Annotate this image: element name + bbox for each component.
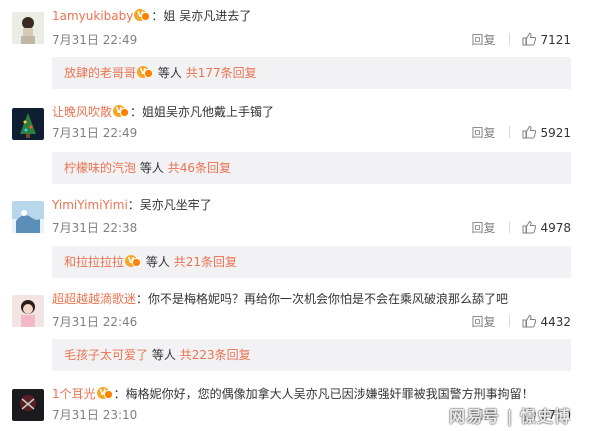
colon: ： bbox=[151, 9, 164, 23]
like-count: 5921 bbox=[540, 126, 571, 140]
comment-text: 吴亦凡坐牢了 bbox=[139, 198, 212, 212]
colon: ： bbox=[136, 292, 149, 306]
avatar[interactable] bbox=[12, 201, 44, 233]
comment-time: 7月31日 23:10 bbox=[52, 408, 138, 422]
like-button[interactable]: 4432 bbox=[522, 313, 571, 331]
comment-header: 超超越越滴歌迷：你不是梅格妮吗？再给你一次机会你怕是不会在乘风破浪那么舔了吧 bbox=[52, 289, 508, 309]
reply-button[interactable]: 回复 bbox=[471, 219, 495, 237]
avatar[interactable] bbox=[12, 12, 44, 44]
comment-actions: 回复 4978 bbox=[471, 219, 571, 237]
like-button[interactable]: 4978 bbox=[522, 219, 571, 237]
divider bbox=[509, 315, 511, 327]
comment-header: 让晚风吹散 V ：姐姐吴亦凡他戴上手镯了 bbox=[52, 102, 274, 122]
comment-time: 7月31日 22:49 bbox=[52, 33, 138, 47]
like-count: 4432 bbox=[540, 315, 571, 329]
thumbs-up-icon bbox=[522, 220, 537, 234]
reply-suffix: 等人 bbox=[151, 348, 176, 362]
comment-header: 1amyukibaby V ：姐 吴亦凡进去了 bbox=[52, 6, 251, 26]
comment-time: 7月31日 22:46 bbox=[52, 315, 138, 329]
like-button[interactable]: 7121 bbox=[522, 31, 571, 49]
colon: ： bbox=[113, 387, 126, 401]
reply-count-link[interactable]: 共177条回复 bbox=[186, 66, 257, 80]
avatar[interactable] bbox=[12, 295, 44, 327]
username[interactable]: 1个耳光 bbox=[52, 387, 96, 401]
vip-badge-icon: V bbox=[96, 387, 113, 399]
thumbs-up-icon bbox=[522, 32, 537, 46]
like-count: 7121 bbox=[540, 33, 571, 47]
comment-text: 姐姐吴亦凡他戴上手镯了 bbox=[142, 105, 275, 119]
reply-username[interactable]: 和拉拉拉拉 bbox=[64, 255, 124, 269]
reply-count-link[interactable]: 共46条回复 bbox=[168, 161, 231, 175]
reply-summary[interactable]: 和拉拉拉拉 V 等人 共21条回复 bbox=[52, 246, 571, 278]
thumbs-up-icon bbox=[522, 125, 537, 139]
like-count: 4978 bbox=[540, 221, 571, 235]
comment-time: 7月31日 22:38 bbox=[52, 221, 138, 235]
reply-count-link[interactable]: 共223条回复 bbox=[180, 348, 251, 362]
reply-summary[interactable]: 毛孩子太可爱了 等人 共223条回复 bbox=[52, 339, 571, 371]
comment-actions: 回复 7121 bbox=[471, 31, 571, 49]
reply-button[interactable]: 回复 bbox=[471, 31, 495, 49]
reply-suffix: 等人 bbox=[145, 255, 170, 269]
comment-actions: 回复 5921 bbox=[471, 124, 571, 142]
colon: ： bbox=[130, 105, 143, 119]
username[interactable]: YimiYimiYimi bbox=[52, 198, 128, 212]
comment-header: YimiYimiYimi：吴亦凡坐牢了 bbox=[52, 195, 212, 215]
comment-text: 姐 吴亦凡进去了 bbox=[163, 9, 252, 23]
reply-username[interactable]: 放肆的老哥哥 bbox=[64, 66, 136, 80]
watermark: 网易号 | 憬史博 bbox=[449, 407, 571, 426]
reply-summary[interactable]: 柠檬味的汽泡 等人 共46条回复 bbox=[52, 152, 571, 184]
comment-actions: 回复 4432 bbox=[471, 313, 571, 331]
divider bbox=[509, 33, 511, 45]
reply-username[interactable]: 毛孩子太可爱了 bbox=[64, 348, 148, 362]
reply-button[interactable]: 回复 bbox=[471, 313, 495, 331]
comment-time: 7月31日 22:49 bbox=[52, 126, 138, 140]
vip-badge-icon: V bbox=[137, 66, 154, 78]
vip-badge-icon: V bbox=[113, 105, 130, 117]
vip-badge-icon: V bbox=[134, 9, 151, 21]
reply-summary[interactable]: 放肆的老哥哥 V 等人 共177条回复 bbox=[52, 57, 571, 89]
username[interactable]: 让晚风吹散 bbox=[52, 105, 112, 119]
comment-text: 梅格妮你好，您的偶像加拿大人吴亦凡已因涉嫌强奸罪被我国警方刑事拘留！ bbox=[125, 387, 534, 401]
reply-suffix: 等人 bbox=[139, 161, 164, 175]
reply-suffix: 等人 bbox=[157, 66, 182, 80]
username[interactable]: 1amyukibaby bbox=[52, 9, 133, 23]
like-button[interactable]: 5921 bbox=[522, 124, 571, 142]
colon: ： bbox=[127, 198, 140, 212]
avatar[interactable] bbox=[12, 389, 44, 421]
thumbs-up-icon bbox=[522, 314, 537, 328]
vip-badge-icon: V bbox=[125, 255, 142, 267]
reply-count-link[interactable]: 共21条回复 bbox=[174, 255, 237, 269]
reply-username[interactable]: 柠檬味的汽泡 bbox=[64, 161, 136, 175]
divider bbox=[509, 221, 511, 233]
avatar[interactable] bbox=[12, 108, 44, 140]
comment-text: 你不是梅格妮吗？再给你一次机会你怕是不会在乘风破浪那么舔了吧 bbox=[148, 292, 509, 306]
username[interactable]: 超超越越滴歌迷 bbox=[52, 292, 136, 306]
reply-button[interactable]: 回复 bbox=[471, 124, 495, 142]
divider bbox=[509, 126, 511, 138]
comment-header: 1个耳光 V ：梅格妮你好，您的偶像加拿大人吴亦凡已因涉嫌强奸罪被我国警方刑事拘留！ bbox=[52, 384, 534, 404]
